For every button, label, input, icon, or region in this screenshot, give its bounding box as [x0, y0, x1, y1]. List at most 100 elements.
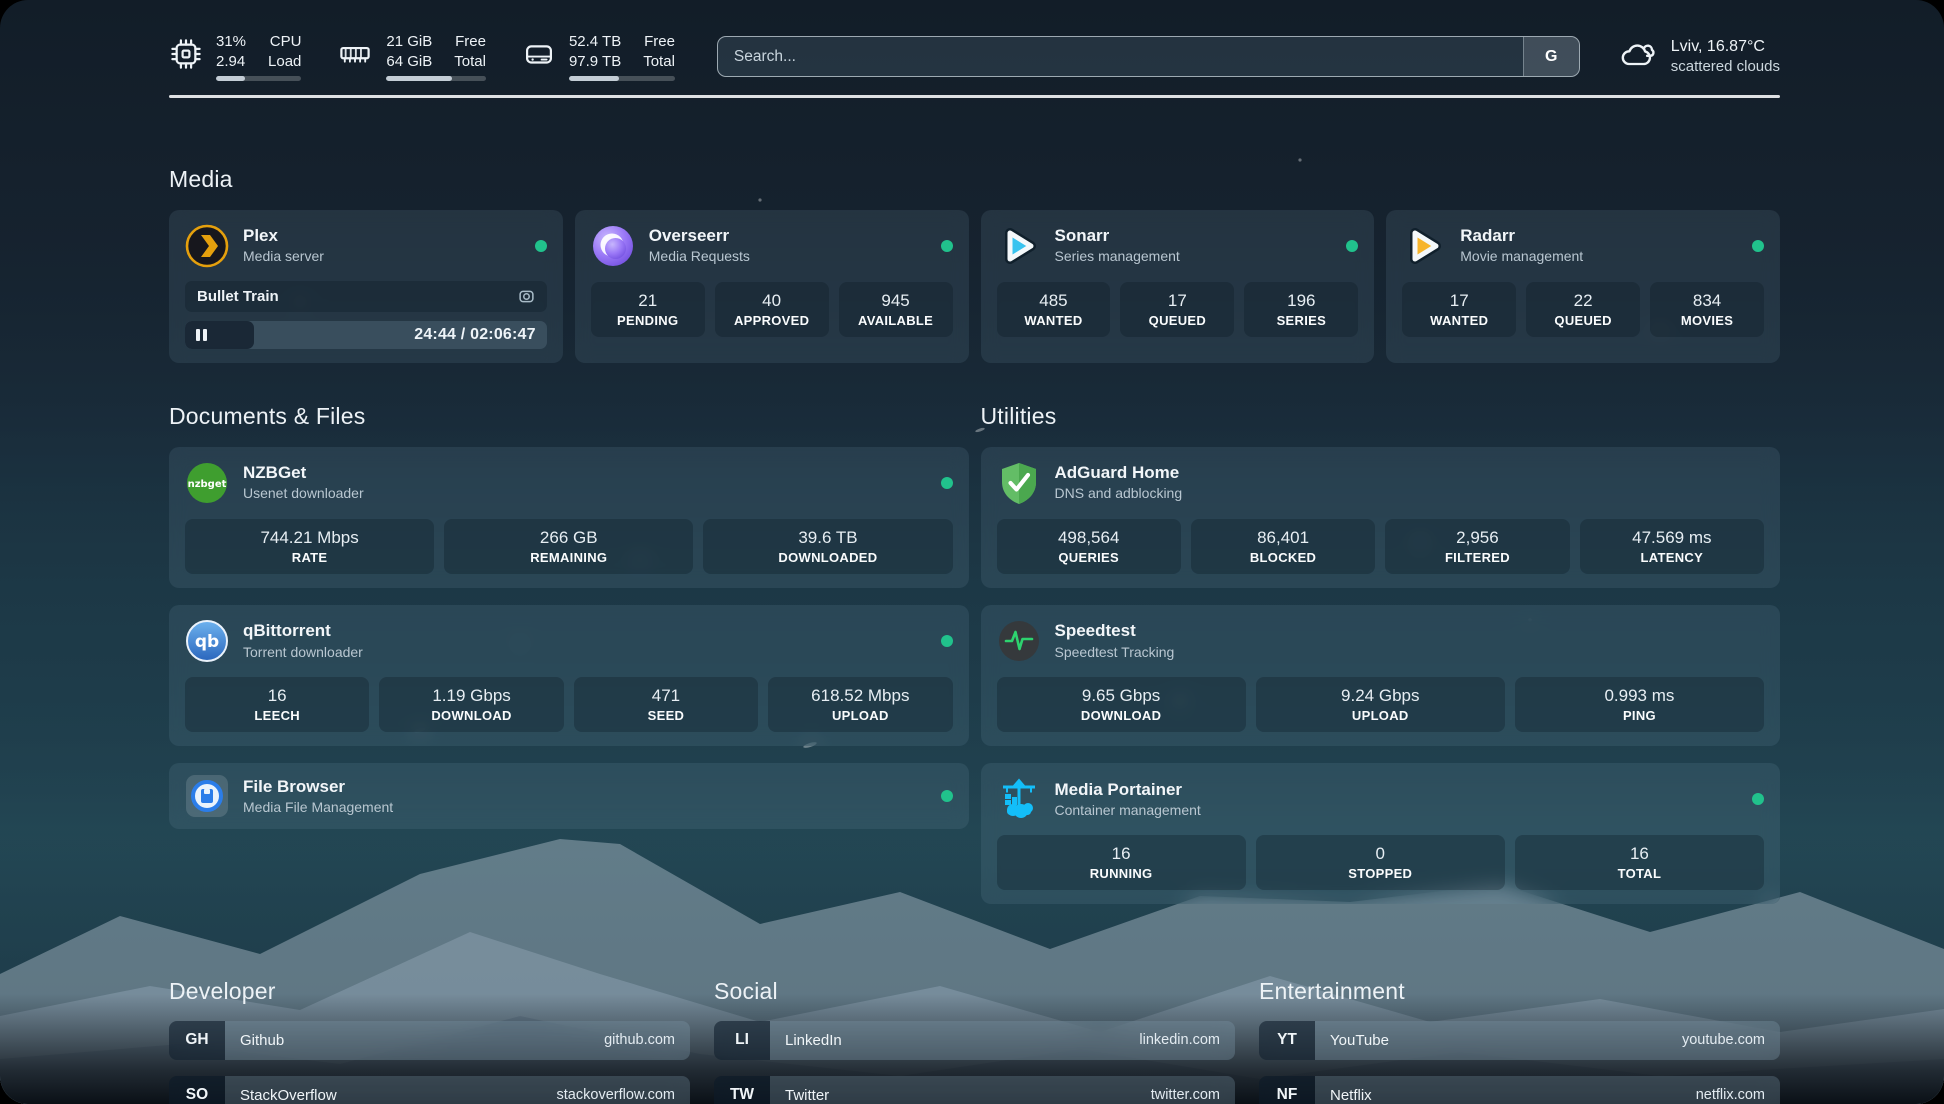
utilities-column: Utilities AdGuard Home: [981, 403, 1781, 904]
stat-label: WANTED: [1003, 313, 1105, 328]
stat-stopped: 0 STOPPED: [1256, 835, 1505, 890]
section-title-media: Media: [169, 166, 1780, 193]
bookmark-abbr: SO: [169, 1076, 225, 1104]
stat-label: STOPPED: [1262, 866, 1499, 881]
stat-value: 945: [845, 290, 947, 312]
service-desc: Torrent downloader: [243, 643, 363, 661]
service-card-qbittorrent[interactable]: qb qBittorrent Torrent downloader 16 LEE…: [169, 605, 969, 746]
bookmark-netflix[interactable]: NF Netflix netflix.com: [1259, 1076, 1780, 1104]
service-desc: Series management: [1055, 247, 1180, 265]
stat-value: 9.24 Gbps: [1262, 685, 1499, 707]
status-online-dot: [535, 240, 547, 252]
bookmark-stackoverflow[interactable]: SO StackOverflow stackoverflow.com: [169, 1076, 690, 1104]
section-title-social: Social: [714, 978, 1235, 1005]
bookmark-twitter[interactable]: TW Twitter twitter.com: [714, 1076, 1235, 1104]
stat-value: 485: [1003, 290, 1105, 312]
portainer-icon: [997, 777, 1041, 821]
search-engine-button[interactable]: G: [1523, 37, 1579, 76]
service-card-nzbget[interactable]: nzbget NZBGet Usenet downloader 744.21 M…: [169, 447, 969, 588]
disk-total: 97.9 TB: [569, 52, 621, 72]
status-online-dot: [1752, 240, 1764, 252]
stat-blocked: 86,401 BLOCKED: [1191, 519, 1375, 574]
bookmark-github[interactable]: GH Github github.com: [169, 1021, 690, 1060]
stat-available: 945 AVAILABLE: [839, 282, 953, 337]
service-card-overseerr[interactable]: Overseerr Media Requests 21 PENDING 40 A…: [575, 210, 969, 363]
stat-total: 16 TOTAL: [1515, 835, 1764, 890]
status-online-dot: [941, 240, 953, 252]
stat-value: 266 GB: [450, 527, 687, 549]
ram-free: 21 GiB: [386, 32, 432, 52]
service-card-speedtest[interactable]: Speedtest Speedtest Tracking 9.65 Gbps D…: [981, 605, 1781, 746]
stat-label: UPLOAD: [1262, 708, 1499, 723]
stat-value: 16: [1003, 843, 1240, 865]
section-title-developer: Developer: [169, 978, 690, 1005]
stat-downloaded: 39.6 TB DOWNLOADED: [703, 519, 952, 574]
stat-label: LATENCY: [1586, 550, 1758, 565]
cpu-icon: [169, 37, 203, 76]
search-bar: G: [717, 36, 1580, 77]
bookmark-url: github.com: [604, 1032, 675, 1048]
service-card-plex[interactable]: Plex Media server Bullet Train 24:44 / 0…: [169, 210, 563, 363]
stat-label: RUNNING: [1003, 866, 1240, 881]
topbar-separator: [169, 95, 1780, 98]
stat-queries: 498,564 QUERIES: [997, 519, 1181, 574]
service-name: Speedtest: [1055, 620, 1175, 642]
service-card-portainer[interactable]: Media Portainer Container management 16 …: [981, 763, 1781, 904]
cpu-loadavg: 2.94: [216, 52, 246, 72]
weather-location-temp: Lviv, 16.87°C: [1671, 36, 1780, 58]
stat-wanted: 485 WANTED: [997, 282, 1111, 337]
service-card-radarr[interactable]: Radarr Movie management 17 WANTED 22 QUE…: [1386, 210, 1780, 363]
disk-label-1: Free: [643, 32, 675, 52]
service-card-adguard[interactable]: AdGuard Home DNS and adblocking 498,564 …: [981, 447, 1781, 588]
bookmark-name: Twitter: [785, 1087, 829, 1104]
media-cards-row: Plex Media server Bullet Train 24:44 / 0…: [169, 210, 1780, 363]
stat-upload: 9.24 Gbps UPLOAD: [1256, 677, 1505, 732]
stat-rate: 744.21 Mbps RATE: [185, 519, 434, 574]
bookmark-abbr: LI: [714, 1021, 770, 1060]
stat-ping: 0.993 ms PING: [1515, 677, 1764, 732]
bookmark-abbr: GH: [169, 1021, 225, 1060]
stat-value: 86,401: [1197, 527, 1369, 549]
disk-label-2: Total: [643, 52, 675, 72]
service-card-filebrowser[interactable]: File Browser Media File Management: [169, 763, 969, 829]
bookmark-name: LinkedIn: [785, 1032, 842, 1049]
stat-upload: 618.52 Mbps UPLOAD: [768, 677, 952, 732]
stat-value: 16: [1521, 843, 1758, 865]
stat-label: PING: [1521, 708, 1758, 723]
stat-label: RATE: [191, 550, 428, 565]
service-card-sonarr[interactable]: Sonarr Series management 485 WANTED 17 Q…: [981, 210, 1375, 363]
stat-remaining: 266 GB REMAINING: [444, 519, 693, 574]
stat-label: QUERIES: [1003, 550, 1175, 565]
stat-value: 17: [1408, 290, 1510, 312]
section-title-utilities: Utilities: [981, 403, 1781, 430]
speedtest-icon: [997, 619, 1041, 663]
bookmark-youtube[interactable]: YT YouTube youtube.com: [1259, 1021, 1780, 1060]
stat-label: SEED: [580, 708, 752, 723]
stat-series: 196 SERIES: [1244, 282, 1358, 337]
service-name: AdGuard Home: [1055, 462, 1183, 484]
disk-progress-fill: [569, 76, 619, 81]
ram-widget: 21 GiB64 GiB FreeTotal: [337, 32, 486, 81]
bookmark-url: stackoverflow.com: [557, 1087, 675, 1103]
bookmarks-entertainment: Entertainment YT YouTube youtube.com NF …: [1259, 978, 1780, 1104]
stat-label: QUEUED: [1532, 313, 1634, 328]
svg-text:nzbget: nzbget: [188, 479, 227, 490]
service-desc: Speedtest Tracking: [1055, 643, 1175, 661]
overseerr-icon: [591, 224, 635, 268]
bookmark-name: Github: [240, 1032, 284, 1049]
sonarr-icon: [997, 224, 1041, 268]
svg-text:qb: qb: [195, 632, 219, 652]
bookmark-url: netflix.com: [1696, 1087, 1765, 1103]
stat-value: 16: [191, 685, 363, 707]
stat-leech: 16 LEECH: [185, 677, 369, 732]
stat-value: 471: [580, 685, 752, 707]
video-camera-icon: [518, 288, 535, 305]
ram-total: 64 GiB: [386, 52, 432, 72]
search-input[interactable]: [718, 37, 1523, 76]
bookmark-linkedin[interactable]: LI LinkedIn linkedin.com: [714, 1021, 1235, 1060]
pause-icon: [196, 329, 207, 341]
stat-label: FILTERED: [1391, 550, 1563, 565]
cpu-progress-fill: [216, 76, 245, 81]
stat-label: TOTAL: [1521, 866, 1758, 881]
service-desc: Media server: [243, 247, 324, 265]
